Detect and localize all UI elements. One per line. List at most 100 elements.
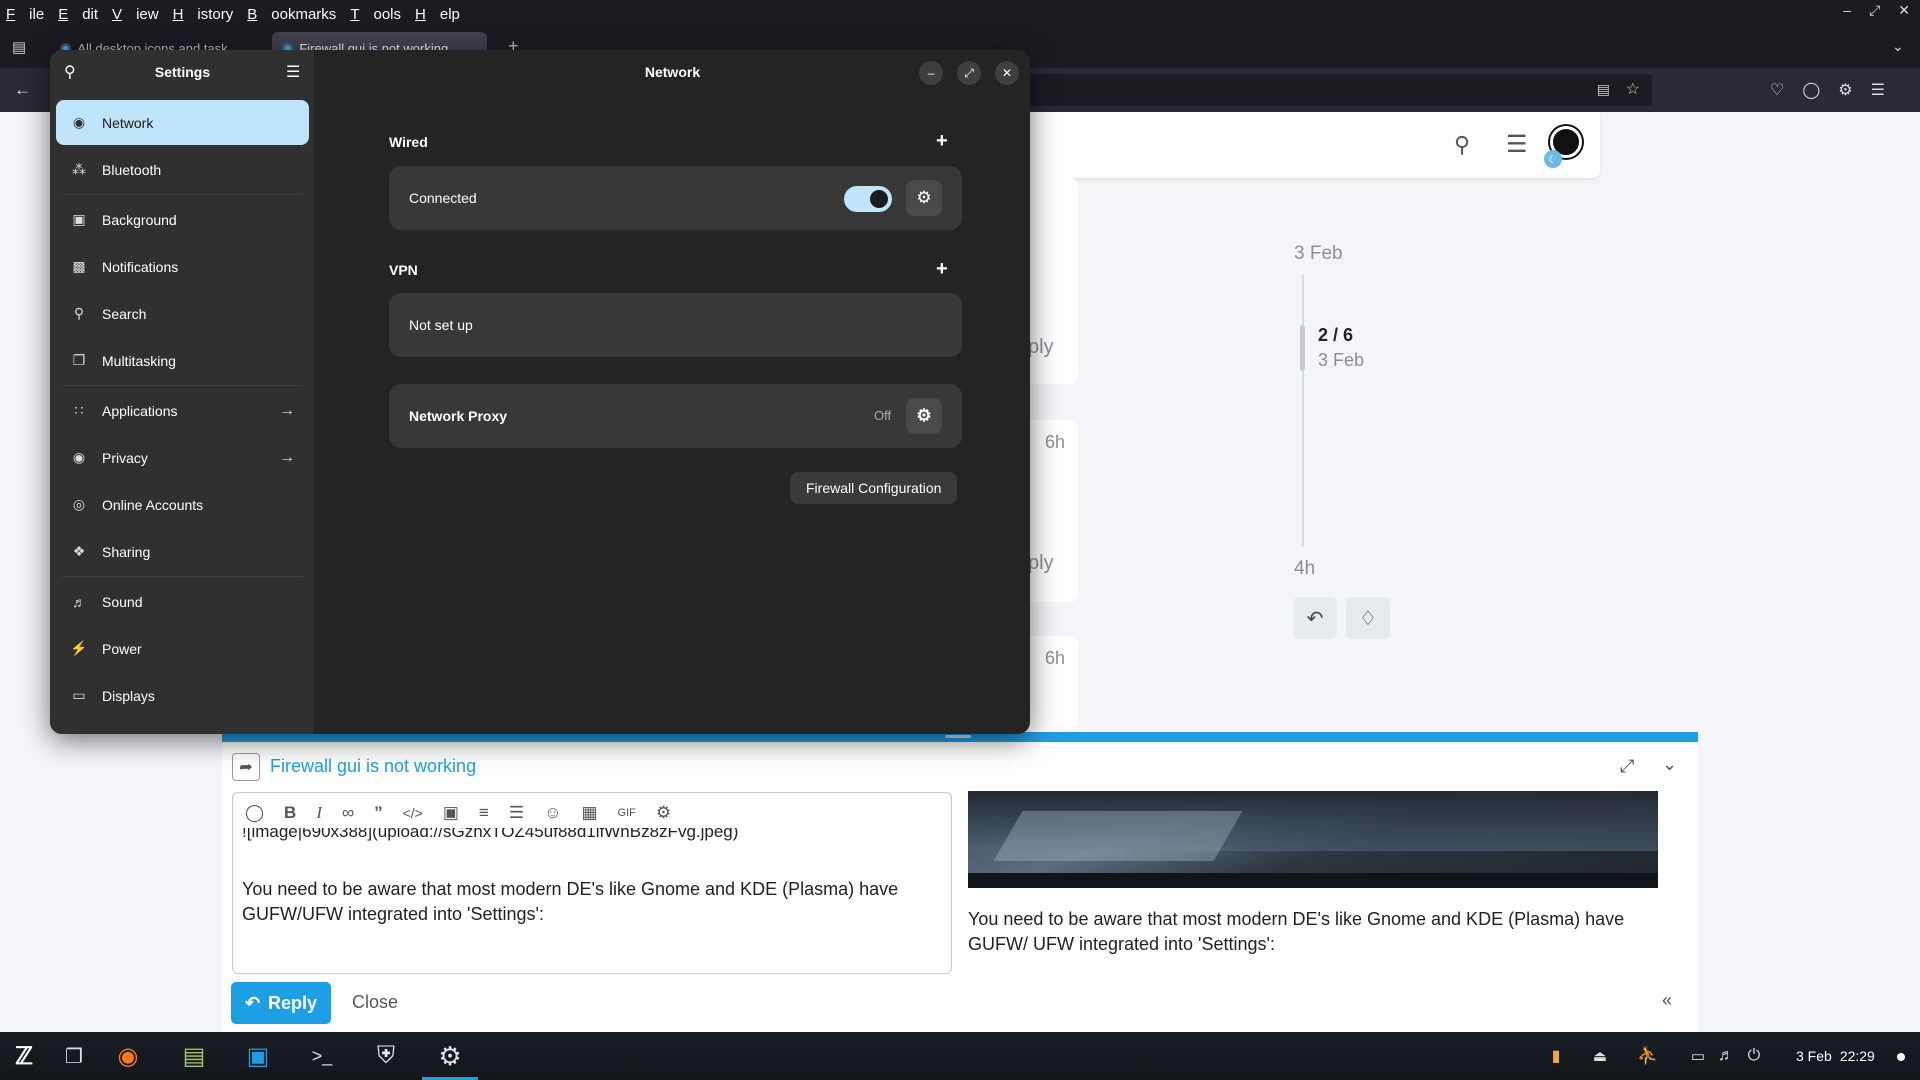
notification-bell-button[interactable]: ♢ — [1346, 597, 1390, 639]
sidebar-item-sharing[interactable]: ❖ Sharing — [56, 529, 309, 574]
numbered-list-icon[interactable]: ☰ — [509, 803, 524, 823]
browser-window-controls: – ⤢ ✕ — [1843, 2, 1910, 19]
restore-icon[interactable]: ⤢ — [1869, 2, 1880, 19]
wired-settings-button[interactable]: ⚙ — [906, 180, 942, 216]
clock[interactable]: 3 Feb 22:29 — [1796, 1048, 1875, 1064]
extensions-icon[interactable]: ⚙ — [1838, 80, 1852, 100]
timeline-track[interactable] — [1302, 275, 1304, 547]
code-icon[interactable]: </> — [403, 805, 423, 821]
search-icon[interactable]: ⚲ — [1454, 132, 1470, 158]
blockquote-icon[interactable]: ” — [374, 803, 383, 823]
quote-bubble-icon[interactable]: ◯ — [245, 803, 264, 823]
add-wired-icon[interactable]: + — [936, 130, 948, 153]
network-proxy-row[interactable]: Network Proxy Off ⚙ — [389, 384, 962, 448]
software-store-icon[interactable]: ▣ — [240, 1039, 276, 1073]
pocket-icon[interactable]: ♡ — [1770, 80, 1784, 100]
sidebar-item-online-accounts[interactable]: ◎ Online Accounts — [56, 482, 309, 527]
bullet-list-icon[interactable]: ≡ — [479, 803, 489, 823]
tab-overview-icon[interactable]: ▤ — [12, 38, 26, 56]
add-vpn-icon[interactable]: + — [936, 258, 948, 281]
options-gear-icon[interactable]: ⚙ — [656, 803, 671, 823]
power-icon[interactable]: ⏻ — [1736, 1039, 1772, 1073]
menu-bookmarks[interactable]: Bookmarks — [247, 6, 336, 23]
preview-text: You need to be aware that most modern DE… — [968, 909, 1625, 954]
timeline-start-date[interactable]: 3 Feb — [1294, 243, 1343, 265]
reply-action-icon[interactable]: ➦ — [232, 753, 260, 781]
hamburger-menu-icon[interactable]: ☰ — [286, 62, 300, 82]
menu-tools[interactable]: Tools — [350, 6, 401, 23]
close-button[interactable]: ✕ — [995, 61, 1019, 85]
account-icon[interactable]: ◯ — [1802, 80, 1820, 100]
menu-file[interactable]: File — [6, 6, 44, 23]
workspaces-icon[interactable]: ❐ — [56, 1039, 92, 1073]
tab-list-icon[interactable]: ⌄ — [1892, 38, 1904, 55]
bold-icon[interactable]: B — [284, 803, 296, 823]
sidebar-item-privacy[interactable]: ◉ Privacy → — [56, 435, 309, 480]
accessibility-icon[interactable]: ⛹ — [1630, 1039, 1666, 1073]
wired-toggle[interactable] — [844, 186, 892, 212]
arrow-right-icon: → — [279, 401, 295, 419]
wired-status: Connected — [409, 190, 477, 206]
reader-view-icon[interactable]: ▤ — [1597, 81, 1610, 98]
reply-arrow-icon: ↶ — [1306, 607, 1324, 630]
maximize-button[interactable]: ⤢ — [957, 61, 981, 85]
menu-history[interactable]: History — [173, 6, 234, 23]
sidebar-item-background[interactable]: ▣ Background — [56, 197, 309, 242]
post-reply-fragment[interactable]: ply — [1028, 336, 1054, 359]
app-menu-icon[interactable]: ☰ — [1871, 80, 1885, 100]
composer-topic-title[interactable]: Firewall gui is not working — [270, 756, 476, 777]
bookmark-star-icon[interactable]: ☆ — [1626, 79, 1640, 99]
sidebar-item-applications[interactable]: ∷ Applications → — [56, 388, 309, 433]
image-upload-icon[interactable]: ▣ — [443, 803, 459, 823]
terminal-icon[interactable]: >_ — [304, 1039, 340, 1073]
emoji-icon[interactable]: ☺ — [544, 803, 561, 823]
sidebar-item-displays[interactable]: ▭ Displays — [56, 673, 309, 718]
minimize-icon[interactable]: – — [1843, 2, 1851, 19]
sidebar-item-search[interactable]: ⚲ Search — [56, 291, 309, 336]
post-reply-fragment[interactable]: ply — [1028, 552, 1054, 575]
timeline-handle[interactable] — [1300, 325, 1305, 371]
hamburger-menu-icon[interactable]: ☰ — [1506, 130, 1528, 159]
close-composer-link[interactable]: Close — [352, 992, 398, 1013]
files-icon[interactable]: ▤ — [176, 1039, 212, 1073]
sidebar-item-network[interactable]: ◉ Network — [56, 100, 309, 145]
sidebar-item-bluetooth[interactable]: ⁂ Bluetooth — [56, 147, 309, 192]
back-icon[interactable]: ← — [14, 80, 31, 100]
firewall-configuration-button[interactable]: Firewall Configuration — [790, 472, 958, 504]
menu-view[interactable]: View — [112, 6, 159, 23]
reply-to-topic-button[interactable]: ↶ — [1293, 597, 1337, 639]
settings-gear-icon[interactable]: ⚙ — [432, 1039, 468, 1073]
timeline-position: 2 / 6 — [1318, 325, 1354, 345]
gufw-shield-icon[interactable]: ⛨ — [368, 1039, 404, 1073]
sidebar-separator — [62, 385, 303, 386]
composer-resize-grip[interactable] — [945, 735, 971, 738]
sidebar-item-notifications[interactable]: ▩ Notifications — [56, 244, 309, 289]
menu-edit[interactable]: Edit — [58, 6, 98, 23]
gear-icon: ⚙ — [916, 188, 932, 207]
gif-icon[interactable]: GIF — [618, 807, 636, 819]
forum-header: ⚲ ☰ ☾ — [1020, 112, 1600, 178]
hide-preview-icon[interactable]: « — [1662, 990, 1672, 1011]
reply-button[interactable]: ↶ Reply — [231, 982, 331, 1024]
arrow-right-icon: → — [279, 448, 295, 466]
close-icon[interactable]: ✕ — [1898, 2, 1910, 19]
zorin-menu-icon[interactable]: ℤ — [6, 1039, 42, 1073]
tray-app-icon[interactable]: ▮ — [1538, 1039, 1574, 1073]
link-icon[interactable]: ∞ — [342, 803, 354, 823]
sidebar-item-multitasking[interactable]: ❐ Multitasking — [56, 338, 309, 383]
proxy-settings-button[interactable]: ⚙ — [906, 398, 942, 434]
firefox-icon[interactable]: ◉ — [110, 1039, 146, 1073]
calendar-icon[interactable]: ▦ — [581, 803, 597, 823]
menu-help[interactable]: Help — [415, 6, 460, 23]
eject-icon[interactable]: ⏏ — [1582, 1039, 1618, 1073]
wired-connection-row: Connected ⚙ — [389, 166, 962, 230]
url-bar[interactable]: ▤ ☆ — [1020, 74, 1652, 106]
minimize-button[interactable]: – — [919, 61, 943, 85]
italic-icon[interactable]: I — [316, 803, 322, 823]
sidebar-item-sound[interactable]: ♬ Sound — [56, 579, 309, 624]
timeline-end-date[interactable]: 4h — [1294, 558, 1315, 580]
notification-dot-icon[interactable] — [1897, 1053, 1905, 1061]
expand-icon[interactable]: ⤢ — [1620, 756, 1634, 777]
sidebar-item-power[interactable]: ⚡ Power — [56, 626, 309, 671]
collapse-chevron-icon[interactable]: ⌄ — [1662, 754, 1677, 775]
